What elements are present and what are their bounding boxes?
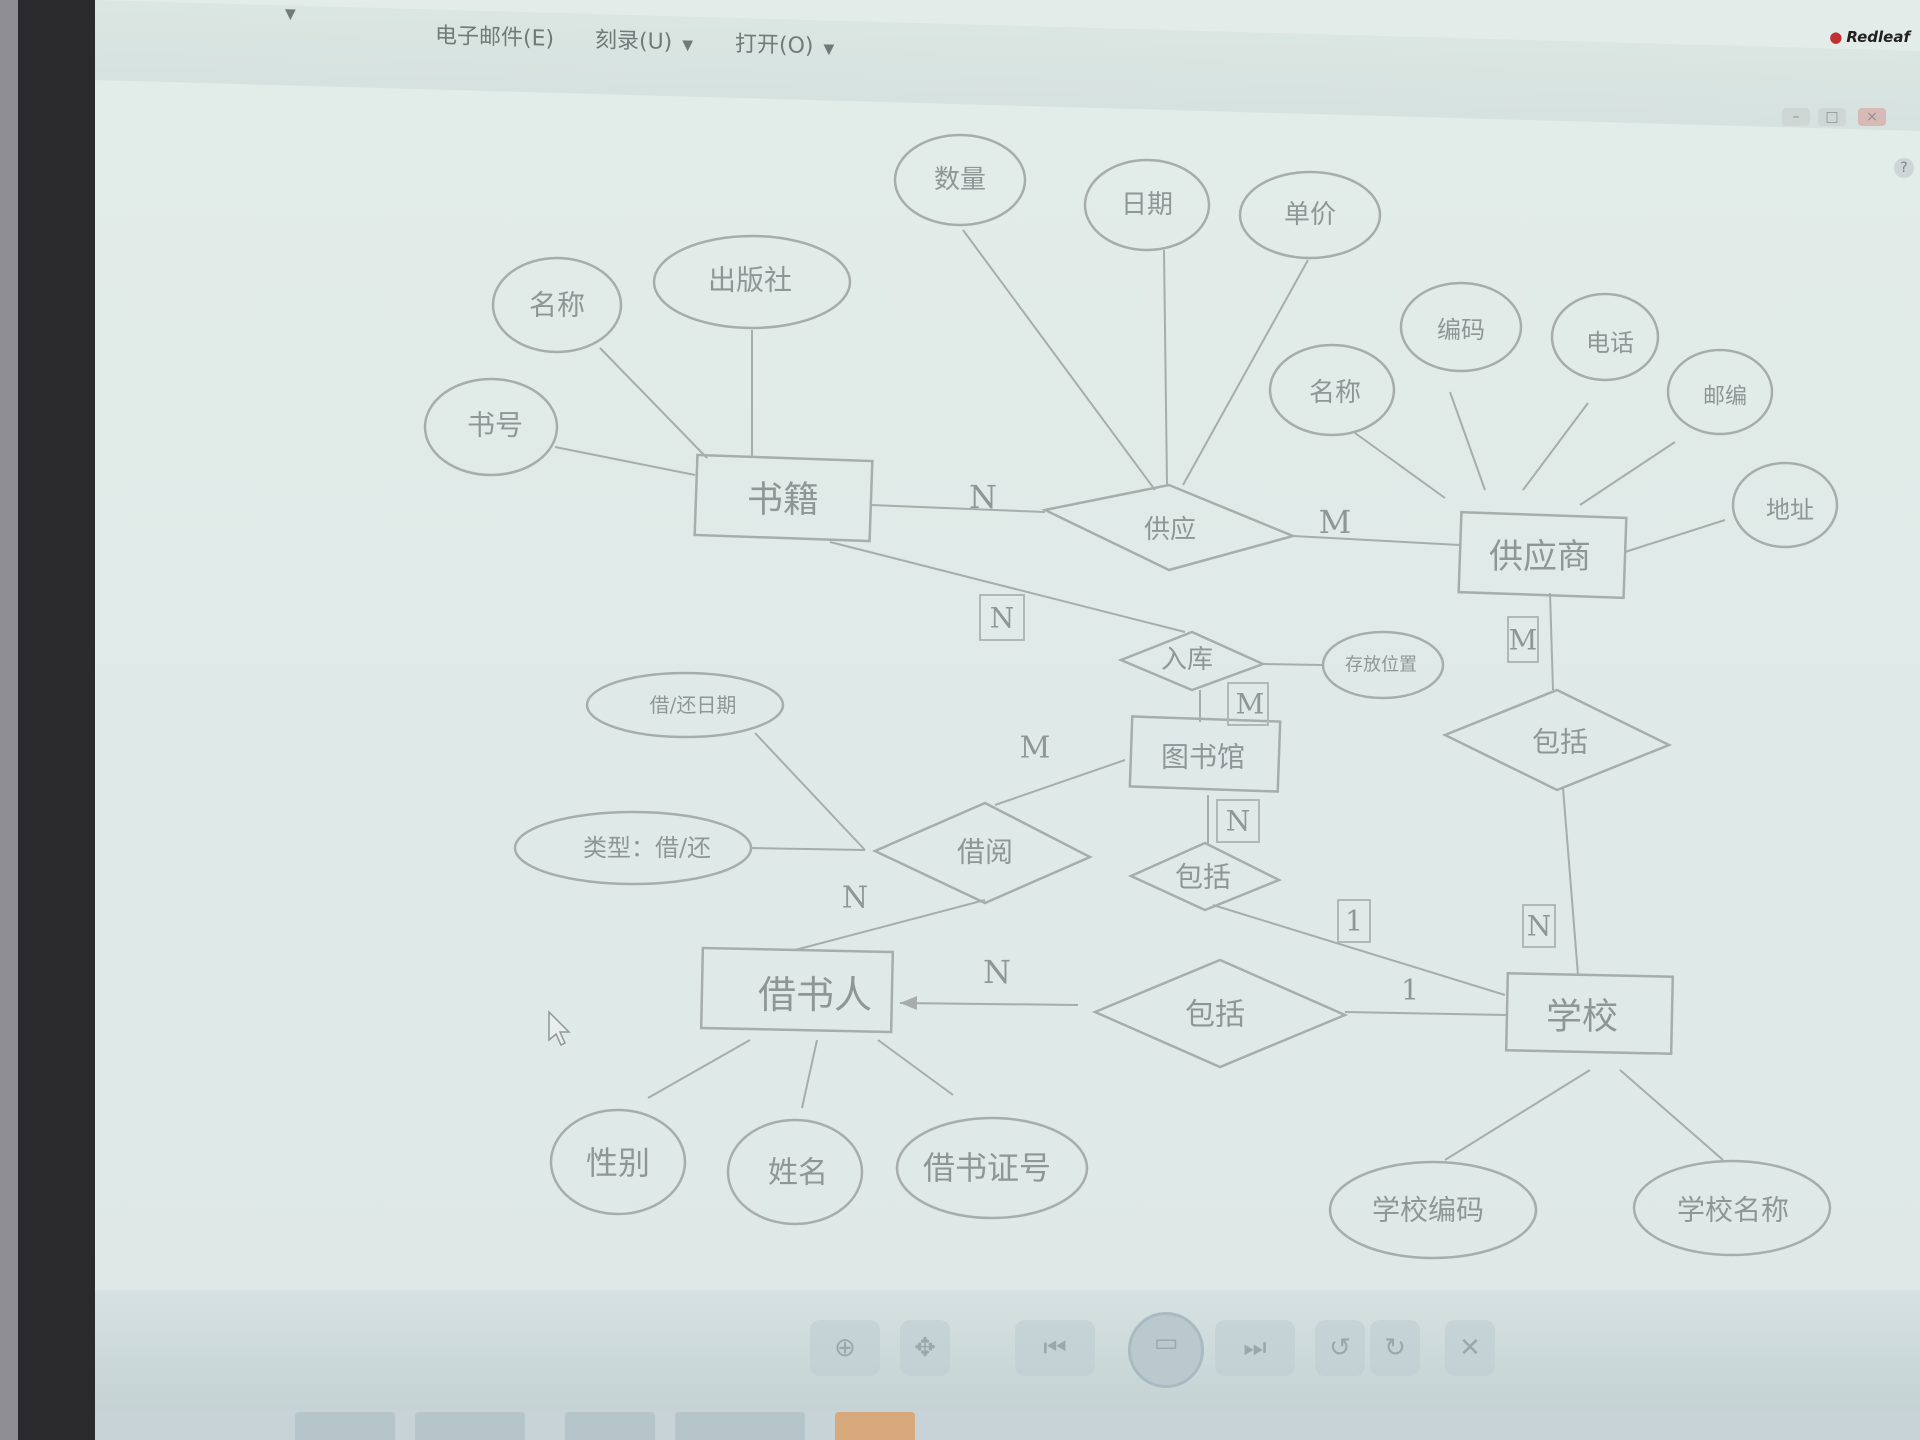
relationship-include-library[interactable]: 包括 <box>1175 861 1231 894</box>
delete-icon[interactable]: ✕ <box>1445 1320 1495 1376</box>
attr-borrow-type: 类型：借/还 <box>583 834 711 862</box>
zoom-icon[interactable]: ⊕ <box>810 1320 880 1376</box>
taskbar-app-button[interactable] <box>415 1412 525 1440</box>
attr-code: 编码 <box>1437 316 1485 344</box>
next-icon[interactable]: ⏭ <box>1215 1320 1295 1376</box>
taskbar-app-button[interactable] <box>835 1412 915 1440</box>
photo-viewer-window: ▼ 电子邮件(E) 刻录(U) ▼ 打开(O) ▼ ● Redleaf – □ × ? <box>95 0 1920 1440</box>
card-school-include: 1 <box>1401 974 1419 1007</box>
entity-library[interactable]: 图书馆 <box>1161 741 1245 774</box>
entity-school[interactable]: 学校 <box>1546 997 1618 1038</box>
attr-gender: 性别 <box>586 1144 650 1182</box>
taskbar-app-button[interactable] <box>675 1412 805 1440</box>
card-borrower-include: N <box>983 953 1011 991</box>
entity-borrower[interactable]: 借书人 <box>758 973 872 1017</box>
attr-card-no: 借书证号 <box>923 1149 1051 1187</box>
card-include-school-2: N <box>1527 910 1552 943</box>
cardinality-boxes <box>979 594 1556 948</box>
attr-phone: 电话 <box>1586 329 1634 357</box>
card-library-stock: M <box>1236 688 1265 721</box>
card-book-stock: N <box>990 602 1015 635</box>
er-diagram: 书籍 供应商 图书馆 借书人 学校 供应 入库 借阅 包括 包括 包括 数量 日… <box>423 133 1839 1260</box>
attr-book-name: 名称 <box>529 289 585 322</box>
attr-supplier-name: 名称 <box>1309 378 1361 408</box>
attributes <box>423 133 1839 1260</box>
attr-quantity: 数量 <box>934 165 986 195</box>
attr-postcode: 邮编 <box>1703 385 1747 410</box>
actual-size-icon[interactable]: ✥ <box>900 1320 950 1376</box>
attr-school-code: 学校编码 <box>1372 1194 1484 1227</box>
entity-supplier[interactable]: 供应商 <box>1489 537 1591 577</box>
entity-book[interactable]: 书籍 <box>747 480 819 521</box>
previous-icon[interactable]: ⏮ <box>1015 1320 1095 1376</box>
relationship-borrow[interactable]: 借阅 <box>957 836 1013 869</box>
card-library-borrow: M <box>1020 731 1051 766</box>
card-supplier-include: M <box>1509 624 1538 657</box>
arrowhead <box>900 996 917 1010</box>
attr-book-no: 书号 <box>467 409 523 442</box>
monitor-bezel-left <box>0 0 95 1440</box>
card-borrower-borrow: N <box>842 881 868 916</box>
card-library-include: N <box>1226 805 1251 838</box>
card-book-supply: N <box>969 478 997 516</box>
attr-borrow-date: 借/还日期 <box>650 693 737 717</box>
attr-person-name: 姓名 <box>768 1156 828 1191</box>
attr-storage-location: 存放位置 <box>1345 655 1417 676</box>
attr-publisher: 出版社 <box>708 264 792 297</box>
card-include-school-1: 1 <box>1345 905 1363 938</box>
attr-address: 地址 <box>1766 496 1814 524</box>
rotate-right-icon[interactable]: ↻ <box>1370 1320 1420 1376</box>
relationship-stock-in[interactable]: 入库 <box>1161 645 1213 675</box>
mouse-cursor-icon <box>548 1010 571 1047</box>
taskbar-app-button[interactable] <box>295 1412 395 1440</box>
relationship-supply[interactable]: 供应 <box>1144 515 1196 545</box>
rotate-left-icon[interactable]: ↺ <box>1315 1320 1365 1376</box>
relationship-include-supplier[interactable]: 包括 <box>1532 726 1588 759</box>
attr-date: 日期 <box>1121 190 1173 220</box>
attr-school-name: 学校名称 <box>1677 1194 1789 1227</box>
card-supply-supplier: M <box>1319 503 1352 541</box>
relationship-include-borrower[interactable]: 包括 <box>1185 998 1245 1033</box>
taskbar-app-button[interactable] <box>565 1412 655 1440</box>
attr-unit-price: 单价 <box>1284 200 1336 230</box>
slideshow-icon[interactable]: ▭ <box>1128 1312 1204 1388</box>
